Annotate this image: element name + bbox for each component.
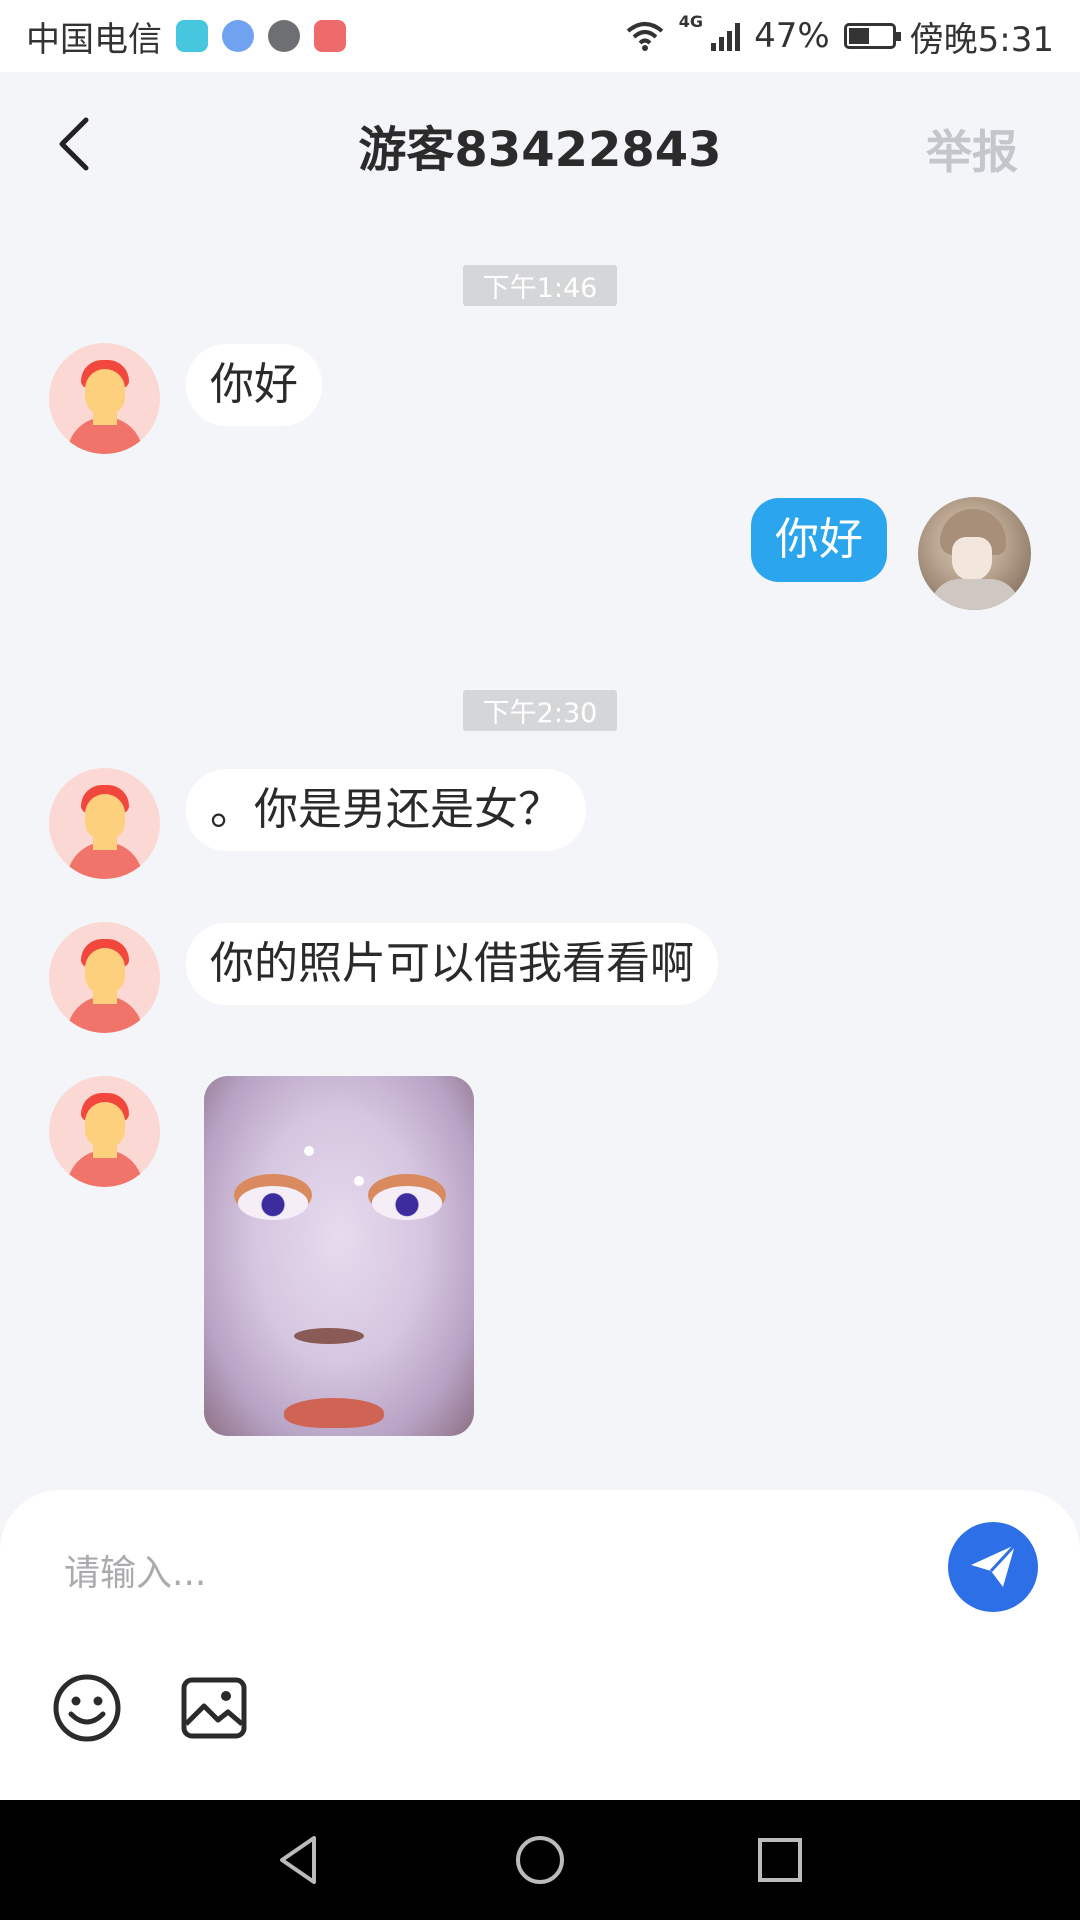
composer-panel [0, 1490, 1080, 1800]
status-left: 中国电信 [26, 12, 346, 61]
timestamp: 下午2:30 [463, 690, 617, 731]
battery-icon [843, 23, 901, 49]
photo-lips [284, 1398, 384, 1428]
my-avatar[interactable] [918, 497, 1031, 610]
huawei-store-icon [314, 20, 346, 52]
back-button[interactable] [44, 114, 104, 174]
message-bubble[interactable]: 你的照片可以借我看看啊 [186, 923, 718, 1005]
photo-nose [294, 1328, 364, 1344]
nav-home-icon[interactable] [510, 1830, 570, 1890]
avatar[interactable] [49, 768, 160, 879]
emoji-button[interactable] [51, 1672, 123, 1744]
image-button[interactable] [178, 1672, 250, 1744]
message-bubble[interactable]: 。你是男还是女？ [186, 769, 586, 851]
photo-eye [238, 1186, 308, 1220]
signal-icon [711, 21, 741, 51]
timestamp: 下午1:46 [463, 265, 617, 306]
avatar[interactable] [49, 1076, 160, 1187]
nav-back-icon[interactable] [270, 1830, 330, 1890]
wifi-icon [626, 22, 664, 51]
battery-percent: 47% [754, 16, 830, 56]
photo-message[interactable] [204, 1076, 474, 1436]
shield-icon [176, 20, 208, 52]
chat-header: 游客83422843 举报 [0, 72, 1080, 217]
send-icon [971, 1543, 1017, 1587]
chevron-left-icon [59, 117, 89, 171]
status-right: 4G 47% 傍晚5:31 [625, 12, 1054, 61]
report-button[interactable]: 举报 [926, 116, 1018, 182]
nav-recents-icon[interactable] [750, 1830, 810, 1890]
photo-eye [372, 1186, 442, 1220]
message-input[interactable] [64, 1528, 864, 1618]
message-bubble[interactable]: 你好 [186, 344, 322, 426]
network-type: 4G [678, 11, 704, 31]
globe-icon [222, 20, 254, 52]
avatar[interactable] [49, 343, 160, 454]
image-icon [181, 1677, 247, 1739]
system-nav-bar [0, 1800, 1080, 1920]
smiley-icon [53, 1674, 121, 1742]
page-title: 游客83422843 [358, 121, 722, 178]
avatar[interactable] [49, 922, 160, 1033]
chat-icon [268, 20, 300, 52]
status-bar: 中国电信 4G 47% 傍晚5:31 [0, 0, 1080, 72]
send-button[interactable] [948, 1522, 1038, 1612]
clock: 傍晚5:31 [909, 19, 1054, 60]
carrier-name: 中国电信 [26, 19, 162, 60]
my-message-bubble[interactable]: 你好 [751, 498, 887, 582]
